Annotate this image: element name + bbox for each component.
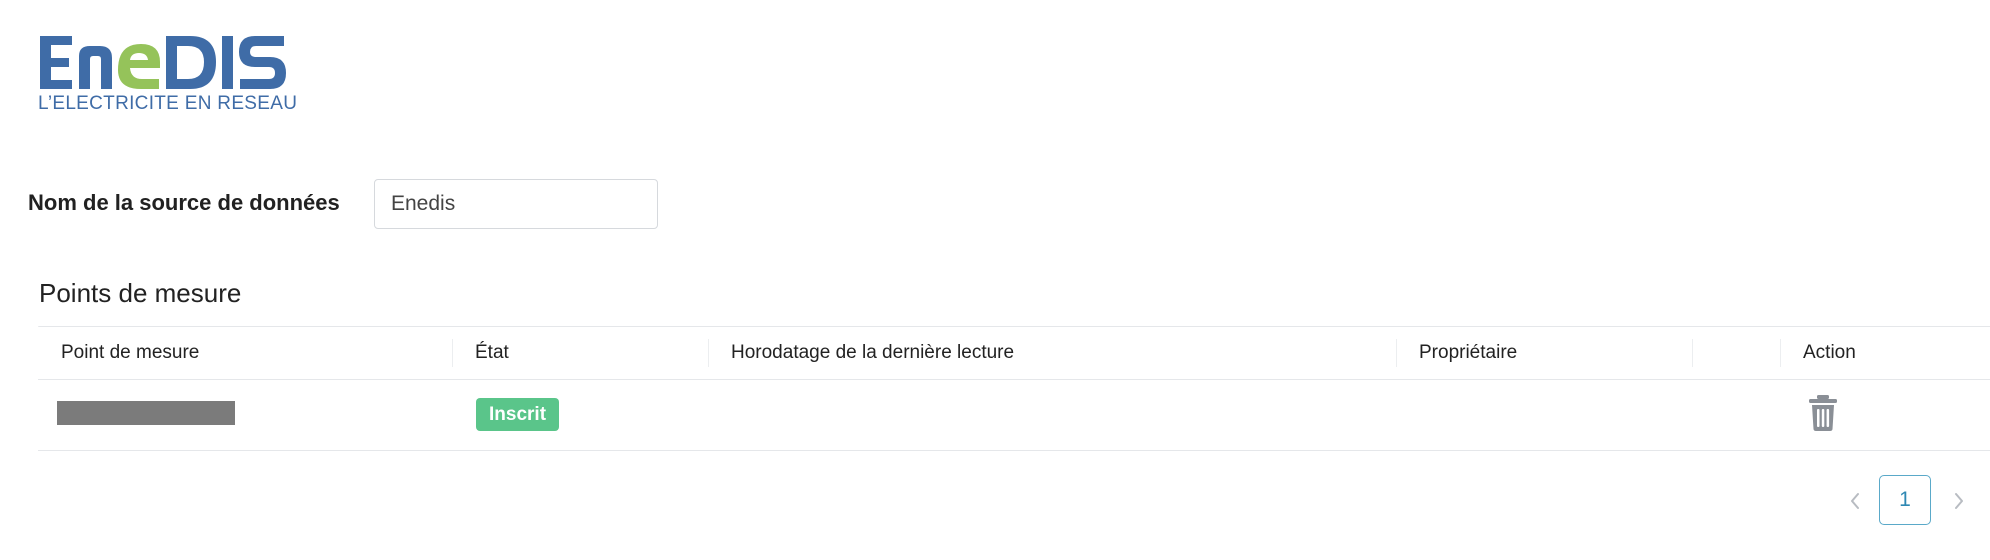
source-name-label: Nom de la source de données bbox=[28, 190, 340, 215]
chevron-right-icon bbox=[1955, 492, 1963, 509]
table-header: Point de mesure État Horodatage de la de… bbox=[38, 327, 1990, 380]
pagination-page-1[interactable]: 1 bbox=[1879, 475, 1931, 525]
trash-icon[interactable] bbox=[1806, 394, 1840, 432]
chevron-left-icon bbox=[1851, 492, 1859, 509]
column-header-etat[interactable]: État bbox=[475, 327, 509, 379]
table-row: Inscrit bbox=[38, 380, 1990, 451]
column-divider bbox=[1396, 339, 1397, 367]
point-de-mesure-redacted bbox=[57, 401, 235, 425]
column-header-proprietaire[interactable]: Propriétaire bbox=[1419, 327, 1517, 379]
column-divider bbox=[452, 339, 453, 367]
page: L’ELECTRICITE EN RESEAU Nom de la source… bbox=[0, 0, 1990, 560]
column-divider bbox=[1780, 339, 1781, 367]
section-title: Points de mesure bbox=[39, 278, 242, 308]
pagination-next-button[interactable] bbox=[1944, 483, 1974, 517]
pagination-prev-button[interactable] bbox=[1840, 483, 1870, 517]
column-header-action: Action bbox=[1803, 342, 1856, 363]
measure-points-table: Point de mesure État Horodatage de la de… bbox=[38, 326, 1990, 451]
column-header-point-de-mesure[interactable]: Point de mesure bbox=[61, 327, 199, 379]
column-divider bbox=[1692, 339, 1693, 367]
column-header-horodatage[interactable]: Horodatage de la dernière lecture bbox=[731, 327, 1014, 379]
logo-tagline: L’ELECTRICITE EN RESEAU bbox=[38, 93, 298, 114]
source-name-input[interactable] bbox=[374, 179, 658, 229]
column-divider bbox=[708, 339, 709, 367]
status-badge: Inscrit bbox=[476, 398, 560, 431]
